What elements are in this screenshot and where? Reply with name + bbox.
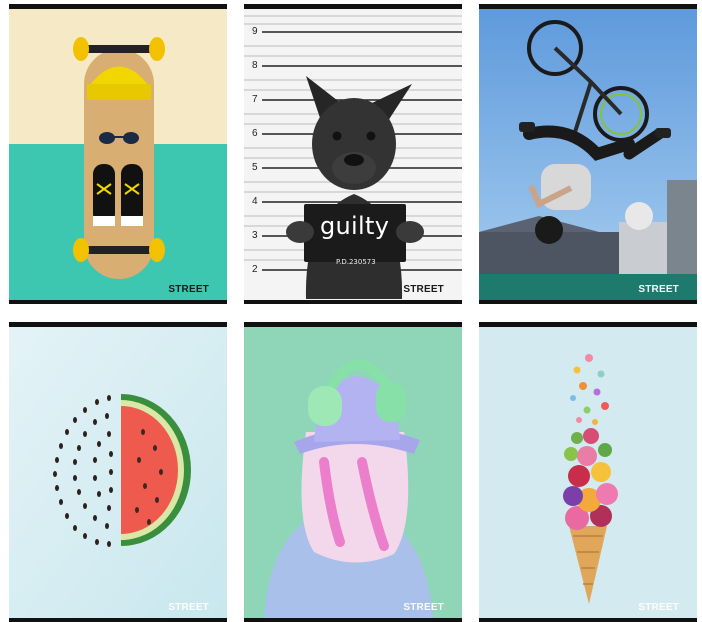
- cover-bottom-border: [244, 300, 462, 304]
- sign-code: P.D.230573: [336, 258, 376, 266]
- cover-bottom-border: [479, 300, 697, 304]
- height-mark: 3: [252, 230, 258, 241]
- cover-bottom-border: [479, 618, 697, 622]
- cover-bmx[interactable]: STREET: [479, 4, 697, 304]
- brand-logo: STREET: [638, 602, 679, 613]
- cover-headphones[interactable]: STREET: [244, 322, 462, 622]
- cover-top-border: [244, 4, 462, 9]
- brand-logo: STREET: [638, 284, 679, 295]
- skateboard-photo: [9, 4, 227, 304]
- cover-dog-mugshot[interactable]: 9 8 7 6 5 4 3 2 guilty P.D.230573 STREET: [244, 4, 462, 304]
- cover-watermelon[interactable]: STREET: [9, 322, 227, 622]
- height-mark: 6: [252, 128, 258, 139]
- brand-logo: STREET: [168, 284, 209, 295]
- height-mark: 9: [252, 26, 258, 37]
- bmx-photo: [479, 4, 697, 304]
- brand-logo: STREET: [168, 602, 209, 613]
- cover-flower-cone[interactable]: STREET: [479, 322, 697, 622]
- cover-top-border: [9, 4, 227, 9]
- height-mark: 4: [252, 196, 258, 207]
- height-mark: 5: [252, 162, 258, 173]
- cover-top-border: [244, 322, 462, 327]
- cover-top-border: [9, 322, 227, 327]
- cover-grid: STREET 9 8 7 6 5 4 3 2 guilty P.D.230573…: [0, 0, 702, 622]
- headphones-photo: [244, 322, 462, 622]
- brand-logo: STREET: [403, 602, 444, 613]
- cover-bottom-border: [9, 300, 227, 304]
- height-mark: 8: [252, 60, 258, 71]
- cover-top-border: [479, 322, 697, 327]
- cover-bottom-border: [244, 618, 462, 622]
- cover-bottom-border: [9, 618, 227, 622]
- brand-logo: STREET: [403, 284, 444, 295]
- height-mark: 2: [252, 264, 258, 275]
- cover-skateboard[interactable]: STREET: [9, 4, 227, 304]
- sign-text: guilty: [320, 212, 390, 240]
- watermelon-photo: [9, 322, 227, 622]
- height-mark: 7: [252, 94, 258, 105]
- cover-top-border: [479, 4, 697, 9]
- flower-cone-photo: [479, 322, 697, 622]
